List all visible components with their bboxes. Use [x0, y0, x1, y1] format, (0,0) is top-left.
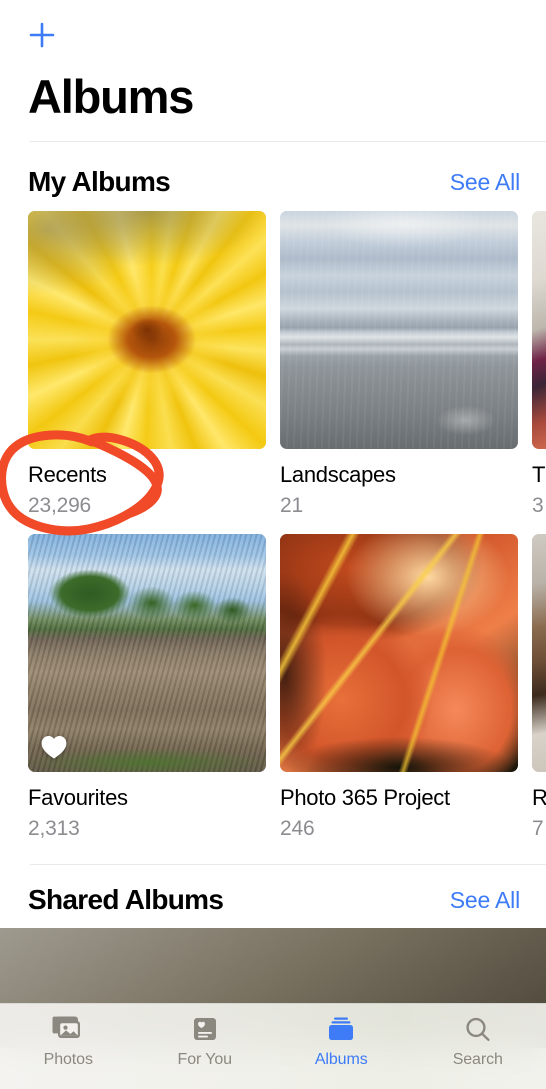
tab-search[interactable]: Search [410, 1013, 546, 1069]
tab-label: For You [177, 1051, 233, 1068]
shared-albums-see-all-button[interactable]: See All [450, 887, 520, 914]
tab-label: Photos [43, 1051, 93, 1068]
album-item-count: 23,296 [28, 494, 92, 517]
my-albums-row-1[interactable]: Recents 23,296 Landscapes 21 T 3 [0, 211, 546, 518]
section-divider [30, 864, 546, 865]
tab-albums[interactable]: Albums [273, 1013, 410, 1069]
album-title: Landscapes [280, 462, 396, 487]
album-title: T [532, 462, 546, 487]
album-thumbnail[interactable] [28, 534, 266, 772]
title-divider [30, 141, 546, 142]
photos-stack-icon [51, 1013, 85, 1047]
my-albums-row-2[interactable]: Favourites 2,313 Photo 365 Project 246 R… [0, 534, 546, 841]
album-cell-clipped-t[interactable]: T 3 [532, 211, 546, 518]
album-cell-clipped-r[interactable]: R 7 [532, 534, 546, 841]
thumbnail-image-orange-lily [280, 534, 518, 772]
album-cell-recents[interactable]: Recents 23,296 [28, 211, 266, 518]
tab-for-you[interactable]: For You [137, 1013, 274, 1069]
album-item-count: 246 [280, 817, 315, 840]
album-cell-landscapes[interactable]: Landscapes 21 [280, 211, 518, 518]
albums-folder-icon [325, 1013, 357, 1047]
page-title: Albums [28, 70, 194, 123]
album-title: Recents [28, 462, 107, 487]
my-albums-see-all-button[interactable]: See All [450, 169, 520, 196]
album-title: Photo 365 Project [280, 785, 450, 810]
thumbnail-image-yellow-flower [28, 211, 266, 449]
album-cell-photo-365-project[interactable]: Photo 365 Project 246 [280, 534, 518, 841]
album-thumbnail[interactable] [532, 534, 546, 772]
album-thumbnail[interactable] [532, 211, 546, 449]
tab-photos[interactable]: Photos [0, 1013, 137, 1069]
album-cell-favourites[interactable]: Favourites 2,313 [28, 534, 266, 841]
tab-label: Albums [314, 1051, 368, 1068]
album-item-count: 2,313 [28, 817, 80, 840]
my-albums-title: My Albums [28, 166, 171, 197]
shared-albums-title: Shared Albums [28, 884, 224, 915]
album-item-count: 3 [532, 494, 544, 517]
album-thumbnail[interactable] [280, 534, 518, 772]
tab-label: Search [452, 1051, 503, 1068]
shared-albums-section-header: Shared Albums See All [0, 880, 546, 920]
thumbnail-image-beach [280, 211, 518, 449]
add-album-button[interactable] [20, 13, 64, 57]
album-title: R [532, 785, 546, 810]
for-you-heart-card-icon [190, 1013, 220, 1047]
album-item-count: 7 [532, 817, 544, 840]
thumbnail-image-clipped [532, 211, 546, 449]
navigation-bar [0, 0, 546, 70]
my-albums-section-header: My Albums See All [0, 162, 546, 202]
album-title: Favourites [28, 785, 128, 810]
album-item-count: 21 [280, 494, 303, 517]
album-thumbnail[interactable] [280, 211, 518, 449]
thumbnail-image-clipped [532, 534, 546, 772]
magnifier-icon [463, 1013, 493, 1047]
tab-bar: Photos For You Albums Search [0, 1003, 546, 1089]
photos-app-screen: Albums My Albums See All Recents 23,296 … [0, 0, 546, 1089]
plus-icon [27, 20, 57, 50]
favourite-heart-icon [39, 732, 69, 762]
album-thumbnail[interactable] [28, 211, 266, 449]
